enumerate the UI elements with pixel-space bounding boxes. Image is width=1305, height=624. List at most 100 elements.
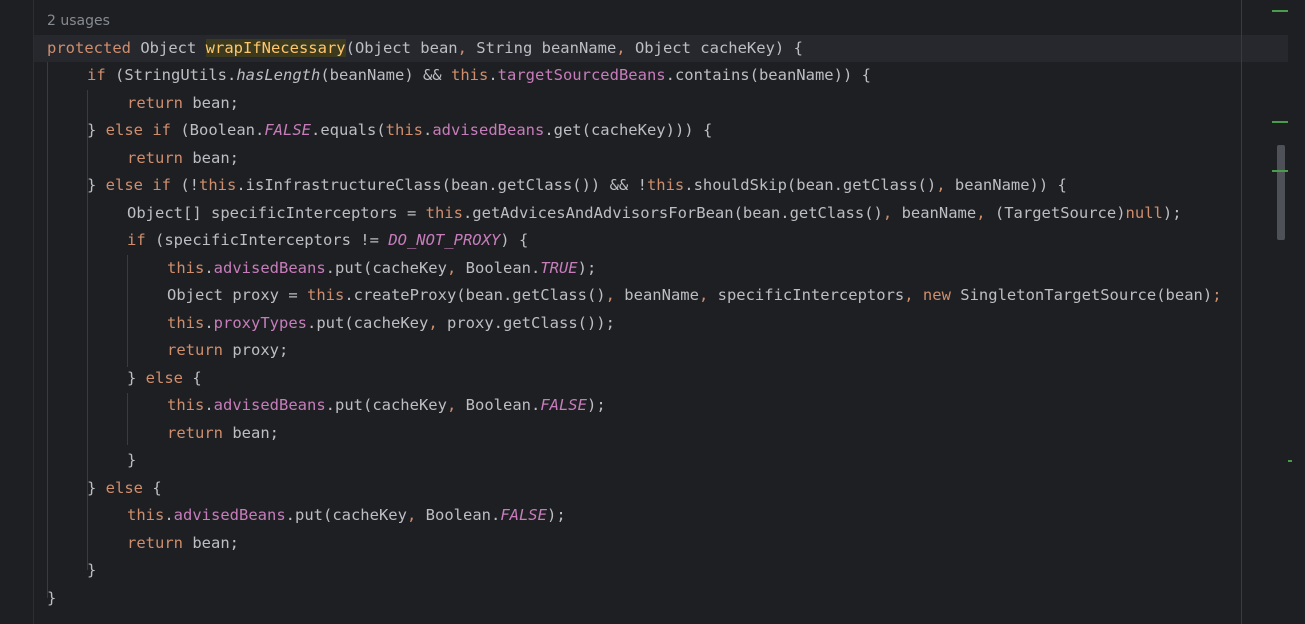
code-token: beanName <box>624 286 699 304</box>
editor-scrollbar-track[interactable] <box>1288 0 1305 624</box>
code-line-10[interactable]: Object proxy = this.createProxy(bean.get… <box>167 282 1222 309</box>
code-token: } <box>87 479 106 497</box>
code-token: .get(cacheKey))) { <box>544 121 713 139</box>
code-token: ) { <box>500 231 529 249</box>
code-token: String beanName <box>476 39 617 57</box>
indent-guide <box>127 393 128 445</box>
code-token: (TargetSource) <box>994 204 1126 222</box>
code-line-8[interactable]: if (specificInterceptors != DO_NOT_PROXY… <box>127 227 528 254</box>
punctuation: , <box>428 314 447 332</box>
punctuation: , <box>406 506 426 524</box>
code-token: Boolean. <box>465 396 541 414</box>
code-line-13[interactable]: } else { <box>127 365 202 392</box>
editor-scrollbar-thumb[interactable] <box>1277 145 1285 240</box>
field: advisedBeans <box>213 396 326 414</box>
code-token: .put(cacheKey <box>307 314 429 332</box>
code-token: } <box>87 121 106 139</box>
change-marker[interactable] <box>1288 460 1292 462</box>
constant: FALSE <box>264 121 311 139</box>
code-token: } <box>47 589 57 607</box>
code-token: bean; <box>183 534 239 552</box>
right-margin-guide <box>1241 0 1242 624</box>
punctuation: , <box>936 176 955 194</box>
keyword: this <box>646 176 685 194</box>
keyword: protected <box>47 39 131 57</box>
code-token: } <box>127 369 146 387</box>
code-line-1[interactable]: protected Object wrapIfNecessary(Object … <box>47 35 803 62</box>
code-token: Boolean. <box>465 259 541 277</box>
punctuation: , <box>446 259 466 277</box>
code-token: } <box>127 451 137 469</box>
code-token: beanName <box>901 204 977 222</box>
constant: TRUE <box>540 259 578 277</box>
code-token: Boolean. <box>425 506 501 524</box>
code-line-5[interactable]: return bean; <box>127 145 239 172</box>
code-line-18[interactable]: this.advisedBeans.put(cacheKey, Boolean.… <box>127 502 566 529</box>
method-name-highlight[interactable]: wrapIfNecessary <box>205 39 346 57</box>
code-editor[interactable]: 2 usages protected Object wrapIfNecessar… <box>34 0 1288 624</box>
change-marker[interactable] <box>1272 10 1288 12</box>
code-line-20[interactable]: } <box>87 557 96 584</box>
code-line-2[interactable]: if (StringUtils.hasLength(beanName) && t… <box>87 62 871 89</box>
code-line-19[interactable]: return bean; <box>127 530 239 557</box>
code-line-14[interactable]: this.advisedBeans.put(cacheKey, Boolean.… <box>167 392 606 419</box>
code-token: .shouldSkip(bean.getClass() <box>684 176 937 194</box>
code-token: ); <box>546 506 566 524</box>
field: targetSourcedBeans <box>497 66 666 84</box>
code-token: (specificInterceptors != <box>145 231 389 249</box>
code-token: { <box>183 369 202 387</box>
change-marker[interactable] <box>1272 170 1288 172</box>
code-token: . <box>164 506 174 524</box>
static-method: hasLength <box>236 66 321 84</box>
code-token: . <box>488 66 498 84</box>
punctuation: , <box>446 396 466 414</box>
code-line-9[interactable]: this.advisedBeans.put(cacheKey, Boolean.… <box>167 255 596 282</box>
keyword: this <box>425 204 463 222</box>
field: advisedBeans <box>213 259 326 277</box>
code-token: .getAdvicesAndAdvisorsForBean(bean.getCl… <box>462 204 883 222</box>
code-line-4[interactable]: } else if (Boolean.FALSE.equals(this.adv… <box>87 117 712 144</box>
code-token: } <box>87 176 106 194</box>
punctuation: , <box>605 286 625 304</box>
code-token: .put(cacheKey <box>325 396 447 414</box>
indent-guide <box>127 255 128 367</box>
code-token: Object cacheKey) { <box>634 39 803 57</box>
keyword: return <box>127 94 183 112</box>
keyword: else if <box>105 121 171 139</box>
keyword: else <box>105 479 143 497</box>
code-line-17[interactable]: } else { <box>87 475 162 502</box>
code-line-16[interactable]: } <box>127 447 136 474</box>
indent-guide <box>47 62 48 598</box>
code-line-15[interactable]: return bean; <box>167 420 279 447</box>
punctuation: , <box>904 286 923 304</box>
code-line-6[interactable]: } else if (!this.isInfrastructureClass(b… <box>87 172 1067 199</box>
punctuation: , <box>976 204 995 222</box>
code-token: .put(cacheKey <box>285 506 407 524</box>
code-token: specificInterceptors <box>717 286 905 304</box>
keyword: this <box>167 259 205 277</box>
code-token: (! <box>171 176 199 194</box>
code-line-11[interactable]: this.proxyTypes.put(cacheKey, proxy.getC… <box>167 310 615 337</box>
editor-gutter[interactable] <box>0 0 34 624</box>
keyword: return <box>127 149 183 167</box>
code-token: Object[] specificInterceptors = <box>127 204 426 222</box>
code-token: . <box>204 259 214 277</box>
code-line-7[interactable]: Object[] specificInterceptors = this.get… <box>127 200 1182 227</box>
field: advisedBeans <box>173 506 286 524</box>
keyword: return <box>167 341 223 359</box>
code-token: ); <box>1162 204 1182 222</box>
code-token: . <box>422 121 433 139</box>
keyword: this <box>306 286 345 304</box>
keyword: if <box>87 66 106 84</box>
code-line-12[interactable]: return proxy; <box>167 337 288 364</box>
change-marker[interactable] <box>1272 121 1288 123</box>
code-token: ); <box>577 259 597 277</box>
code-line-3[interactable]: return bean; <box>127 90 239 117</box>
code-line-21[interactable]: } <box>47 585 56 612</box>
code-token: . <box>204 314 214 332</box>
keyword: if <box>127 231 146 249</box>
usages-inlay-hint[interactable]: 2 usages <box>47 12 110 30</box>
code-token: Object proxy = <box>167 286 307 304</box>
code-token: (StringUtils. <box>105 66 237 84</box>
keyword: return <box>167 424 223 442</box>
